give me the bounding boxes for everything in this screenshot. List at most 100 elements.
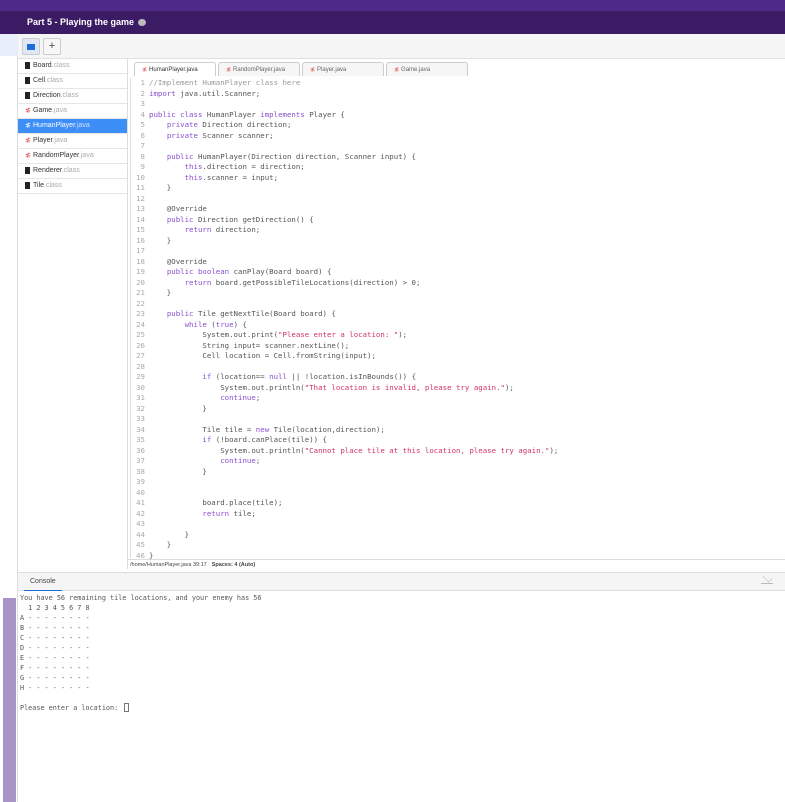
file-item-board[interactable]: Board.class [18,59,127,74]
class-file-icon [25,182,30,189]
code-line: 18 @Override [131,257,783,268]
code-text: this.scanner = input; [184,172,279,182]
line-number: 12 [136,193,145,203]
file-name: RandomPlayer [33,152,79,159]
code-text: private Scanner scanner; [166,130,274,140]
code-line: 29 if (location== null || !location.isIn… [131,372,783,383]
code-line: 17 [131,246,783,257]
indent-setting[interactable]: Spaces: 4 (Auto) [212,562,255,568]
java-file-icon: ≴ [142,67,148,73]
file-name: HumanPlayer [33,122,76,129]
line-number: 35 [136,435,145,444]
line-number: 11 [136,183,145,192]
tab-game-java[interactable]: ≴ Game.java [386,62,468,76]
code-text: Tile tile = new Tile(location,direction)… [149,424,385,434]
file-extension: .java [78,152,94,159]
side-indicator [3,598,16,802]
code-text: private Direction direction; [166,120,292,129]
console-line: G - - - - - - - - [20,674,90,682]
code-line: 41 board.place(tile); [131,498,783,509]
line-number: 45 [136,540,145,549]
code-line: 16 } [131,236,783,247]
code-line: 14 public Direction getDirection() { [131,215,783,226]
code-line: 42 return tile; [131,509,783,520]
console-line: You have 56 remaining tile locations, an… [20,594,262,602]
code-line: 44 } [131,530,783,541]
code-line: 24 while (true) { [131,320,783,331]
line-number: 44 [136,529,145,539]
code-line: 9 this.direction = direction; [131,162,783,173]
console-prompt-line: Please enter a location: [20,703,785,713]
code-text: return tile; [202,508,256,518]
line-number: 33 [136,414,145,423]
code-line: 11 } [131,183,783,194]
code-line: 2 import java.util.Scanner; [131,89,783,100]
code-text: System.out.print("Please enter a locatio… [149,330,408,339]
file-item-player[interactable]: ≴ Player.java [18,134,127,149]
code-text: if (!board.canPlace(tile)) { [202,435,328,444]
file-name: Board [33,62,52,69]
code-text: } [149,183,172,192]
code-line: 15 return direction; [131,225,783,236]
code-text: System.out.println("That location is inv… [149,382,514,392]
console-line: E - - - - - - - - [20,654,90,662]
code-line: 7 [131,141,783,152]
code-line: 27 Cell location = Cell.fromString(input… [131,351,783,362]
file-item-randomplayer[interactable]: ≴ RandomPlayer.java [18,149,127,164]
tab-label: Player.java [317,67,347,73]
line-number: 22 [136,298,145,308]
console-output[interactable]: You have 56 remaining tile locations, an… [20,593,785,713]
line-number: 25 [136,330,145,339]
code-area[interactable]: 1 //Implement HumanPlayer class here 2 impo… [130,78,783,560]
code-text: this.direction = direction; [184,162,305,171]
line-number: 3 [140,99,145,108]
line-number: 24 [136,319,145,329]
file-item-game[interactable]: ≴ Game.java [18,104,127,119]
file-item-cell[interactable]: Cell.class [18,74,127,89]
file-item-direction[interactable]: Direction.class [18,89,127,104]
file-item-humanplayer[interactable]: ≴ HumanPlayer.java [18,119,127,134]
top-strip [0,0,785,11]
code-text: return board.getPossibleTileLocations(di… [184,277,421,287]
tab-console[interactable]: Console [24,573,62,591]
tab-randomplayer-java[interactable]: ≴ RandomPlayer.java [218,62,300,76]
line-number: 14 [136,214,145,224]
line-number: 42 [136,508,145,518]
code-text: continue; [220,456,261,465]
file-item-renderer[interactable]: Renderer.class [18,164,127,179]
code-line: 3 [131,99,783,110]
code-line: 40 [131,488,783,499]
line-number: 27 [136,351,145,360]
console-line: 1 2 3 4 5 6 7 8 [20,604,90,612]
code-text: @Override [149,256,207,266]
console-line: C - - - - - - - - [20,634,90,642]
coffee-icon [138,19,147,26]
line-number: 8 [140,151,145,161]
tab-player-java[interactable]: ≴ Player.java [302,62,384,76]
line-number: 28 [136,361,145,371]
code-editor: ≴ HumanPlayer.java ≴ RandomPlayer.java ≴ Play… [128,59,785,560]
console-prompt: Please enter a location: [20,704,123,712]
add-file-button[interactable]: + [43,38,61,55]
code-line: 39 [131,477,783,488]
input-cursor[interactable] [124,703,130,712]
line-number: 43 [136,519,145,528]
line-number: 21 [136,288,145,297]
line-number: 26 [136,340,145,350]
tab-humanplayer-java[interactable]: ≴ HumanPlayer.java [134,62,216,76]
files-toggle-button[interactable] [22,38,40,55]
line-number: 9 [140,162,145,171]
java-file-icon: ≴ [25,137,31,144]
file-list: Board.class Cell.class Direction.class ≴ Gam… [18,59,128,569]
line-number: 1 [140,78,145,87]
chevron-down-icon[interactable] [761,577,773,584]
code-text: public HumanPlayer(Direction direction, … [166,151,416,161]
code-line: 35 if (!board.canPlace(tile)) { [131,435,783,446]
folder-icon [27,44,35,50]
code-line: 38 } [131,467,783,478]
code-text: return direction; [184,225,261,234]
code-line: 21 } [131,288,783,299]
file-item-tile[interactable]: Tile.class [18,179,127,194]
java-file-icon: ≴ [25,152,31,159]
line-number: 6 [140,130,145,140]
